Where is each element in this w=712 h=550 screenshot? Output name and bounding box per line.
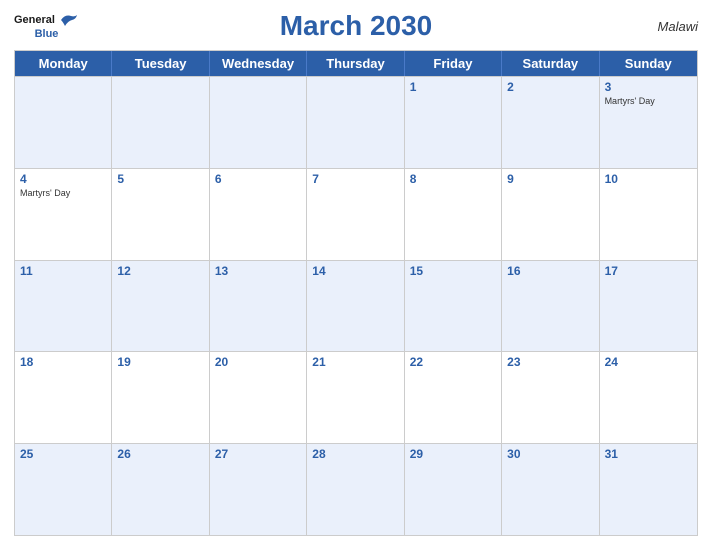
day-number: 26 — [117, 447, 203, 461]
day-header-wednesday: Wednesday — [210, 51, 307, 76]
week-row-3: 11 12 13 14 15 16 17 — [15, 260, 697, 352]
day-header-thursday: Thursday — [307, 51, 404, 76]
day-number: 19 — [117, 355, 203, 369]
country-label: Malawi — [658, 19, 698, 34]
day-cell: 13 — [210, 261, 307, 352]
calendar-header: General Blue March 2030 Malawi — [14, 10, 698, 42]
day-cell: 27 — [210, 444, 307, 535]
day-cell: 2 — [502, 77, 599, 168]
day-number: 15 — [410, 264, 496, 278]
day-number: 17 — [605, 264, 692, 278]
day-number: 28 — [312, 447, 398, 461]
day-cell: 19 — [112, 352, 209, 443]
day-number: 27 — [215, 447, 301, 461]
day-number: 22 — [410, 355, 496, 369]
day-number: 21 — [312, 355, 398, 369]
day-cell: 18 — [15, 352, 112, 443]
day-cell: 6 — [210, 169, 307, 260]
day-number: 4 — [20, 172, 106, 186]
day-cell: 25 — [15, 444, 112, 535]
day-number: 30 — [507, 447, 593, 461]
day-number: 2 — [507, 80, 593, 94]
calendar-container: General Blue March 2030 Malawi MondayTue… — [0, 0, 712, 550]
day-number: 14 — [312, 264, 398, 278]
week-row-5: 25 26 27 28 29 30 31 — [15, 443, 697, 535]
day-cell: 9 — [502, 169, 599, 260]
day-header-friday: Friday — [405, 51, 502, 76]
day-cell: 15 — [405, 261, 502, 352]
day-header-sunday: Sunday — [600, 51, 697, 76]
day-header-monday: Monday — [15, 51, 112, 76]
event-label: Martyrs' Day — [20, 188, 106, 199]
weeks-container: 123Martyrs' Day4Martyrs' Day567891011121… — [15, 76, 697, 535]
day-number: 16 — [507, 264, 593, 278]
day-cell — [210, 77, 307, 168]
day-number: 1 — [410, 80, 496, 94]
logo-bird-icon — [57, 12, 79, 28]
calendar-title: March 2030 — [280, 10, 433, 42]
day-number: 6 — [215, 172, 301, 186]
day-cell: 23 — [502, 352, 599, 443]
day-number: 3 — [605, 80, 692, 94]
day-number: 20 — [215, 355, 301, 369]
day-header-tuesday: Tuesday — [112, 51, 209, 76]
generalblue-logo: General Blue — [14, 12, 79, 40]
day-cell: 20 — [210, 352, 307, 443]
day-cell — [112, 77, 209, 168]
day-cell: 10 — [600, 169, 697, 260]
day-number: 11 — [20, 264, 106, 278]
calendar-grid: MondayTuesdayWednesdayThursdayFridaySatu… — [14, 50, 698, 536]
day-cell: 7 — [307, 169, 404, 260]
day-cell: 17 — [600, 261, 697, 352]
day-cell: 4 Martyrs' Day — [15, 169, 112, 260]
day-number: 25 — [20, 447, 106, 461]
day-cell: 11 — [15, 261, 112, 352]
day-number: 8 — [410, 172, 496, 186]
day-cell — [307, 77, 404, 168]
logo-general-text: General — [14, 14, 55, 26]
day-number: 5 — [117, 172, 203, 186]
week-row-2: 4 Martyrs' Day 56789 10 — [15, 168, 697, 260]
week-row-4: 18 19 20 21 22 23 24 — [15, 351, 697, 443]
day-number: 9 — [507, 172, 593, 186]
day-cell: 29 — [405, 444, 502, 535]
day-cell: 1 — [405, 77, 502, 168]
day-cell: 5 — [112, 169, 209, 260]
day-cell: 26 — [112, 444, 209, 535]
day-cell: 21 — [307, 352, 404, 443]
day-headers-row: MondayTuesdayWednesdayThursdayFridaySatu… — [15, 51, 697, 76]
day-number: 10 — [605, 172, 692, 186]
day-cell: 22 — [405, 352, 502, 443]
day-cell — [15, 77, 112, 168]
day-cell: 16 — [502, 261, 599, 352]
day-cell: 8 — [405, 169, 502, 260]
week-row-1: 123 Martyrs' Day — [15, 76, 697, 168]
day-number: 23 — [507, 355, 593, 369]
day-cell: 3 Martyrs' Day — [600, 77, 697, 168]
day-cell: 28 — [307, 444, 404, 535]
day-cell: 14 — [307, 261, 404, 352]
day-number: 12 — [117, 264, 203, 278]
day-number: 24 — [605, 355, 692, 369]
day-number: 18 — [20, 355, 106, 369]
logo-blue-text: Blue — [35, 28, 59, 40]
day-cell: 31 — [600, 444, 697, 535]
day-cell: 12 — [112, 261, 209, 352]
day-cell: 24 — [600, 352, 697, 443]
day-cell: 30 — [502, 444, 599, 535]
event-label: Martyrs' Day — [605, 96, 692, 107]
day-number: 31 — [605, 447, 692, 461]
day-number: 7 — [312, 172, 398, 186]
day-number: 29 — [410, 447, 496, 461]
day-header-saturday: Saturday — [502, 51, 599, 76]
day-number: 13 — [215, 264, 301, 278]
